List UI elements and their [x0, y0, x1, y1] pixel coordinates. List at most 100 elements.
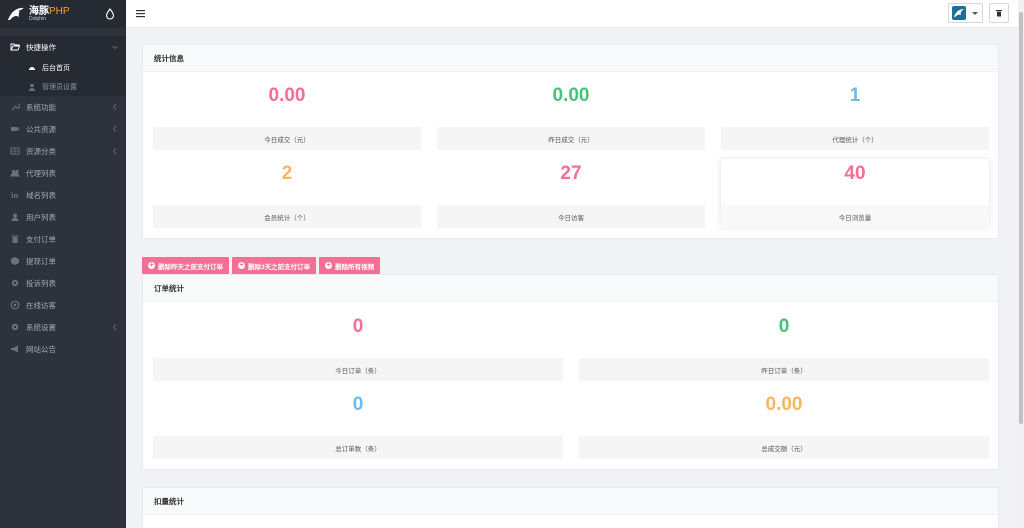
deduct-stats-panel: 扣量统计 [142, 487, 999, 528]
delete-all-videos-button[interactable]: + 删除所有视频 [319, 257, 381, 274]
stat-value: 40 [844, 163, 866, 184]
plus-circle-icon: + [148, 262, 155, 269]
sidebar-item-label: 快捷操作 [26, 42, 56, 52]
chevron-left-icon [112, 323, 117, 331]
stat-card-yesterday-orders: 0 昨日订单（条） [579, 316, 989, 381]
stat-value: 0.00 [552, 85, 590, 106]
logo-text: 海豚PHP Dolphin [29, 5, 70, 22]
stat-card-total-revenue: 0.00 总成交额（元） [579, 394, 989, 459]
sidebar-subitem-label: 管理员设置 [42, 83, 77, 91]
logo-bar: 海豚PHP Dolphin [0, 0, 126, 28]
stat-value: 27 [560, 163, 582, 184]
logo-main-text: 海豚 [29, 5, 49, 17]
hamburger-menu-icon[interactable] [136, 9, 145, 18]
sidebar-item-label: 系统功能 [26, 102, 56, 112]
clear-cache-button[interactable] [989, 3, 1009, 23]
stat-card-total-orders: 0 总订单数（条） [153, 394, 563, 459]
folder-open-icon [10, 43, 20, 51]
action-button-row: + 删除昨天之前支付订单 + 删除3天之前支付订单 + 删除所有视频 [142, 257, 381, 274]
sidebar-item-label: 域名列表 [26, 190, 56, 200]
sidebar-item-label: 系统设置 [26, 322, 56, 332]
sidebar-item-label: 代理列表 [26, 168, 56, 178]
sidebar-item-agent-list[interactable]: 代理列表 [0, 162, 126, 184]
stat-card-today-visitors: 27 今日访客 [437, 163, 705, 228]
stat-value: 0 [778, 316, 790, 337]
plus-circle-icon: + [238, 262, 245, 269]
sidebar-item-complaints[interactable]: 投诉列表 [0, 272, 126, 294]
gear-icon [11, 323, 19, 331]
top-bar [126, 0, 1018, 28]
sidebar-item-withdraw-orders[interactable]: 提现订单 [0, 250, 126, 272]
video-icon [11, 127, 19, 131]
sidebar-item-label: 公共资源 [26, 124, 56, 134]
stat-label: 今日浏览量 [721, 205, 989, 228]
stat-label: 今日成交（元） [153, 127, 421, 150]
wrench-icon [11, 103, 20, 111]
sidebar-item-online-visitors[interactable]: 在线访客 [0, 294, 126, 316]
stat-card-member-count: 2 会员统计（个） [153, 163, 421, 228]
plus-circle-icon: + [325, 262, 333, 269]
sidebar-item-label: 投诉列表 [26, 278, 56, 288]
stat-card-today-orders: 0 今日订单（条） [153, 316, 563, 381]
scrollbar-thumb[interactable] [1019, 12, 1023, 424]
avatar [952, 6, 966, 20]
chevron-left-icon [112, 125, 117, 133]
trash-icon [11, 235, 19, 243]
stat-value: 0 [352, 394, 364, 415]
sidebar-item-announcements[interactable]: 网站公告 [0, 338, 126, 360]
bullhorn-icon [11, 345, 18, 353]
sidebar-item-label: 资源分类 [26, 146, 56, 156]
stat-card-today-revenue: 0.00 今日成交（元） [153, 85, 421, 150]
chrome-icon [10, 300, 20, 310]
logo-php-text: PHP [49, 5, 70, 17]
stat-card-agent-count: 1 代理统计（个） [721, 85, 989, 150]
stat-value: 2 [281, 163, 293, 184]
sidebar-subitem-admin-settings[interactable]: 管理员设置 [0, 77, 126, 96]
button-label: 删除昨天之前支付订单 [158, 263, 223, 271]
chevron-left-icon [112, 147, 117, 155]
stat-label: 代理统计（个） [721, 127, 989, 150]
stats-panel-title: 统计信息 [143, 45, 998, 72]
sidebar: 海豚PHP Dolphin 快捷操作 后台首页 管理员设置 系统功能 公共资源 … [0, 0, 126, 528]
sidebar-item-payment-orders[interactable]: 支付订单 [0, 228, 126, 250]
user-menu-button[interactable] [948, 3, 983, 23]
users-icon [10, 169, 20, 177]
dolphin-logo-icon [8, 7, 24, 20]
stat-label: 会员统计（个） [153, 205, 421, 228]
sidebar-item-public-resources[interactable]: 公共资源 [0, 118, 126, 140]
sidebar-item-label: 在线访客 [26, 300, 56, 310]
deduct-panel-title: 扣量统计 [143, 488, 998, 515]
sidebar-subitem-dashboard[interactable]: 后台首页 [0, 58, 126, 77]
stat-label: 总成交额（元） [579, 436, 989, 459]
stat-label: 昨日成交（元） [437, 127, 705, 150]
stat-value: 0 [352, 316, 364, 337]
linkedin-icon: in [11, 192, 18, 200]
button-label: 删除3天之前支付订单 [248, 263, 311, 271]
sidebar-item-label: 支付订单 [26, 234, 56, 244]
sidebar-item-system-settings[interactable]: 系统设置 [0, 316, 126, 338]
sidebar-item-resource-categories[interactable]: 资源分类 [0, 140, 126, 162]
sidebar-item-system-functions[interactable]: 系统功能 [0, 96, 126, 118]
order-panel-title: 订单统计 [143, 275, 998, 302]
stat-card-today-pageviews: 40 今日浏览量 [721, 159, 989, 228]
delete-orders-before-3-days-button[interactable]: + 删除3天之前支付订单 [232, 257, 317, 274]
stat-label: 总订单数（条） [153, 436, 563, 459]
stats-panel: 统计信息 0.00 今日成交（元） 0.00 昨日成交（元） 1 代理统计（个）… [142, 44, 999, 239]
logo-sub-text: Dolphin [29, 15, 46, 22]
sidebar-menu: 快捷操作 后台首页 管理员设置 系统功能 公共资源 资源分类 代理列表 in 域… [0, 36, 126, 360]
page-scrollbar[interactable] [1018, 0, 1024, 528]
button-label: 删除所有视频 [335, 263, 375, 271]
chevron-down-icon [112, 45, 118, 50]
order-stats-panel: 订单统计 0 今日订单（条） 0 昨日订单（条） 0 总订单数（条） 0.00 … [142, 274, 999, 470]
sidebar-item-user-list[interactable]: 用户列表 [0, 206, 126, 228]
stat-label: 昨日订单（条） [579, 358, 989, 381]
sidebar-item-quick-actions[interactable]: 快捷操作 [0, 36, 126, 58]
gear-icon [11, 279, 19, 287]
delete-orders-before-yesterday-button[interactable]: + 删除昨天之前支付订单 [142, 257, 229, 274]
theme-drop-icon[interactable] [104, 8, 116, 20]
stat-label: 今日访客 [437, 205, 705, 228]
dolphin-avatar-icon [954, 9, 964, 17]
sidebar-item-domain-list[interactable]: in 域名列表 [0, 184, 126, 206]
user-icon [11, 213, 19, 221]
sidebar-subitem-label: 后台首页 [42, 64, 70, 72]
